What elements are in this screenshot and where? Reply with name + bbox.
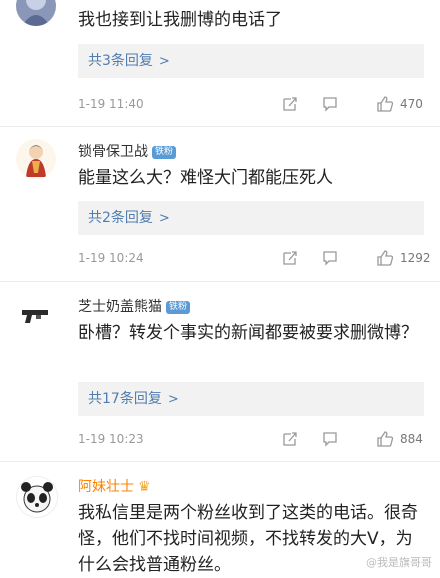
comment-text: 能量这么大？难怪大门都能压死人	[78, 168, 333, 188]
view-replies-button[interactable]: 共2条回复 >	[78, 201, 424, 235]
watermark: @我是旗哥哥	[366, 556, 432, 569]
divider	[0, 281, 440, 282]
username-text: 阿妹壮士	[78, 479, 134, 495]
chevron-right-icon: >	[158, 211, 170, 226]
avatar[interactable]	[16, 296, 56, 336]
comment-time: 1-19 11:40	[78, 97, 144, 111]
comment-time: 1-19 10:23	[78, 432, 144, 446]
comment-icon[interactable]	[322, 96, 338, 112]
divider	[0, 126, 440, 127]
like-count: 884	[400, 432, 423, 446]
chevron-right-icon: >	[167, 392, 179, 407]
username[interactable]: 阿妹壮士 ♛	[78, 476, 151, 496]
username[interactable]: 锁骨保卫战 铁粉	[78, 141, 177, 161]
replies-label: 共17条回复	[88, 391, 162, 407]
username-text: 锁骨保卫战	[78, 144, 148, 160]
view-replies-button[interactable]: 共17条回复 >	[78, 382, 424, 416]
share-icon[interactable]	[282, 431, 298, 447]
comment-meta: 1-19 10:24 1292	[78, 247, 431, 269]
avatar[interactable]	[16, 0, 56, 26]
avatar[interactable]	[16, 476, 58, 518]
comment-text: 卧槽？转发个事实的新闻都要被要求删微博？	[78, 323, 418, 343]
comment-text: 我也接到让我删博的电话了	[78, 10, 282, 30]
divider	[0, 461, 440, 462]
like-count: 1292	[400, 251, 431, 265]
username[interactable]: 芝士奶盖熊猫 铁粉	[78, 296, 191, 316]
like-icon[interactable]	[376, 95, 394, 113]
crown-icon: ♛	[138, 479, 151, 495]
chevron-right-icon: >	[158, 54, 170, 69]
fan-badge: 铁粉	[152, 146, 177, 159]
comment-meta: 1-19 10:23 884	[78, 428, 428, 450]
comment-time: 1-19 10:24	[78, 251, 144, 265]
comment-icon[interactable]	[322, 431, 338, 447]
like-icon[interactable]	[376, 430, 394, 448]
like-icon[interactable]	[376, 249, 394, 267]
share-icon[interactable]	[282, 250, 298, 266]
comment-meta: 1-19 11:40 470	[78, 93, 428, 115]
avatar[interactable]	[16, 139, 56, 179]
view-replies-button[interactable]: 共3条回复 >	[78, 44, 424, 78]
replies-label: 共2条回复	[88, 210, 153, 226]
share-icon[interactable]	[282, 96, 298, 112]
replies-label: 共3条回复	[88, 53, 153, 69]
like-count: 470	[400, 97, 423, 111]
fan-badge: 铁粉	[166, 301, 191, 314]
comment-icon[interactable]	[322, 250, 338, 266]
username-text: 芝士奶盖熊猫	[78, 299, 162, 315]
